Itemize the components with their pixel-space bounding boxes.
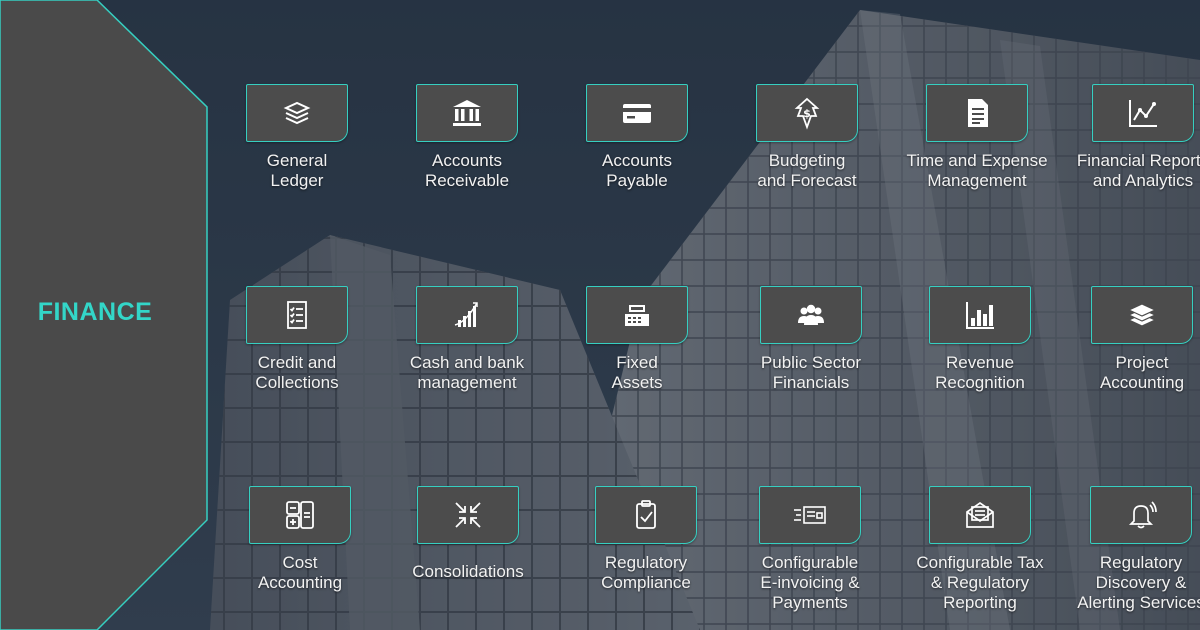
tile-icon-box <box>1090 486 1192 544</box>
credit-card-icon <box>623 104 651 123</box>
tile-icon-box <box>759 486 861 544</box>
clipboard-check-icon <box>636 500 656 529</box>
document-icon <box>968 99 988 127</box>
tile-regulatory-alerting[interactable]: Regulatory Discovery & Alerting Services <box>1036 486 1200 613</box>
svg-text:$: $ <box>803 107 811 120</box>
tile-icon-box <box>417 486 519 544</box>
tile-project-accounting[interactable]: Project Accounting <box>1037 286 1200 393</box>
bank-icon <box>453 100 481 126</box>
tile-icon-box <box>249 486 351 544</box>
tile-icon-box <box>246 84 348 142</box>
tile-icon-box <box>929 486 1031 544</box>
tile-icon-box <box>926 84 1028 142</box>
tile-financial-reports[interactable]: Financial Reports and Analytics <box>1038 84 1200 191</box>
section-title: FINANCE <box>37 298 153 326</box>
tax-report-icon <box>966 501 994 528</box>
tile-icon-box <box>586 84 688 142</box>
checklist-icon <box>287 301 307 329</box>
people-group-icon <box>798 304 824 325</box>
tile-icon-box <box>416 84 518 142</box>
stack-icon <box>283 101 311 125</box>
tile-label: Financial Reports and Analytics <box>1076 151 1200 190</box>
invoice-icon <box>794 506 826 524</box>
calculator-icon <box>286 501 314 529</box>
compress-arrows-icon <box>455 502 481 528</box>
dollar-bolt-icon: $ <box>794 97 820 130</box>
layers-icon <box>1127 303 1157 327</box>
tile-icon-box: $ <box>756 84 858 142</box>
tile-icon-box <box>416 286 518 344</box>
tile-icon-box <box>760 286 862 344</box>
bell-alert-icon <box>1128 501 1157 529</box>
tile-icon-box <box>586 286 688 344</box>
cash-register-icon <box>625 305 649 326</box>
tile-icon-box <box>1091 286 1193 344</box>
tile-icon-box <box>929 286 1031 344</box>
tile-label: Regulatory Discovery & Alerting Services <box>1077 553 1200 612</box>
tile-icon-box <box>595 486 697 544</box>
growth-bars-icon <box>454 302 478 327</box>
tile-icon-box <box>1092 84 1194 142</box>
line-chart-icon <box>1129 100 1157 127</box>
tile-label: Project Accounting <box>1099 353 1185 392</box>
bar-chart-icon <box>966 302 994 329</box>
tile-icon-box <box>246 286 348 344</box>
